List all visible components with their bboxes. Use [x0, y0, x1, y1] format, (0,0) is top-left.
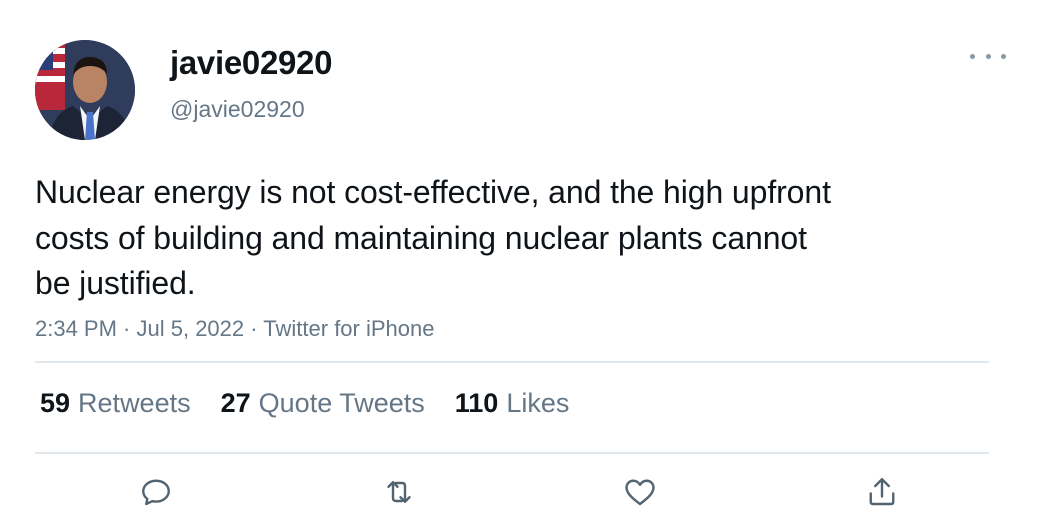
reply-button[interactable] — [134, 470, 178, 514]
retweet-icon — [387, 481, 411, 503]
divider — [35, 452, 989, 454]
avatar[interactable] — [35, 40, 135, 140]
meta-separator: · — [244, 316, 264, 341]
quotes-count: 27 — [220, 388, 251, 418]
share-button[interactable] — [860, 470, 904, 514]
retweet-button[interactable] — [377, 470, 421, 514]
tweet-time[interactable]: 2:34 PM — [35, 316, 117, 341]
likes-count: 110 — [454, 388, 499, 418]
tweet-date[interactable]: Jul 5, 2022 — [137, 316, 245, 341]
heart-icon — [625, 479, 655, 506]
more-horizontal-icon-dot — [1001, 53, 1006, 59]
user-handle[interactable]: @javie02920 — [170, 96, 305, 123]
more-options-button[interactable] — [970, 44, 1006, 68]
display-name[interactable]: javie02920 — [170, 44, 332, 82]
likes-label: Likes — [506, 388, 570, 418]
like-button[interactable] — [618, 470, 662, 514]
share-icon — [869, 478, 895, 506]
more-horizontal-icon-dot — [985, 53, 991, 59]
tweet-text: Nuclear energy is not cost-effective, an… — [35, 174, 831, 301]
tweet-stats: 59 Retweets 27 Quote Tweets 110 Likes — [40, 388, 599, 419]
likes-stat[interactable]: 110 Likes — [455, 388, 570, 419]
more-horizontal-icon — [970, 53, 975, 59]
meta-separator: · — [116, 316, 137, 341]
divider — [35, 361, 989, 363]
quote-tweets-stat[interactable]: 27 Quote Tweets — [221, 388, 425, 419]
tweet-source[interactable]: Twitter for iPhone — [263, 316, 434, 341]
tweet-meta: 2:34 PM · Jul 5, 2022 · Twitter for iPho… — [35, 316, 434, 342]
retweets-count: 59 — [40, 388, 71, 418]
reply-icon — [142, 479, 170, 506]
tweet-card: javie02920 @javie02920 Nuclear energy is… — [0, 0, 1050, 525]
retweets-stat[interactable]: 59 Retweets — [40, 388, 191, 419]
action-bar — [0, 470, 1050, 520]
retweets-label: Retweets — [78, 388, 191, 418]
avatar-image — [35, 40, 135, 140]
quotes-label: Quote Tweets — [258, 388, 425, 418]
